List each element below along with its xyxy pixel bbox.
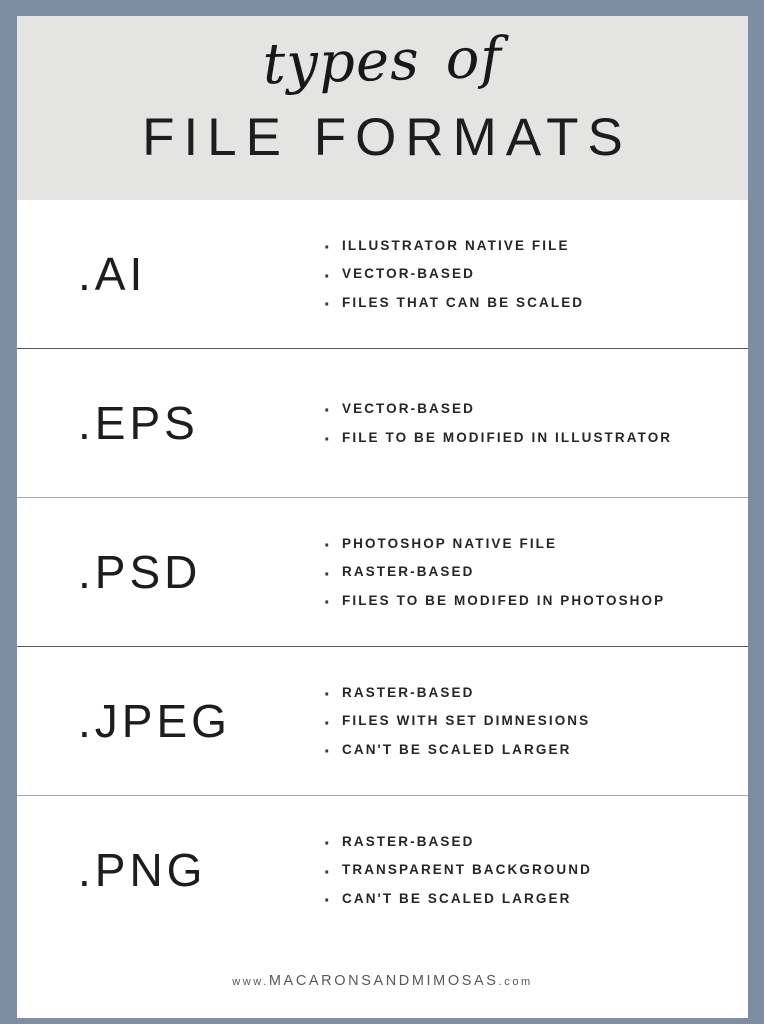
- format-rows-list: .AI Illustrator native file Vector-based…: [17, 200, 748, 944]
- extension-cell: .PSD: [17, 549, 323, 595]
- format-row: .EPS Vector-based File to be modified in…: [17, 349, 748, 498]
- format-row: .AI Illustrator native file Vector-based…: [17, 200, 748, 349]
- poster-canvas: typesof FILE FORMATS .AI Illustrator nat…: [0, 0, 764, 1024]
- extension-label: .EPS: [78, 397, 199, 449]
- list-item: Files with set dimnesions: [323, 707, 732, 742]
- list-item: Vector-based: [323, 394, 732, 429]
- list-item: Can't be scaled larger: [323, 884, 732, 919]
- description-cell: Raster-based Files with set dimnesions C…: [323, 678, 748, 770]
- list-item: Raster-based: [323, 558, 732, 593]
- description-cell: Photoshop native file Raster-based Files…: [323, 529, 748, 621]
- poster-inner: typesof FILE FORMATS .AI Illustrator nat…: [17, 16, 748, 1018]
- list-item: Files to be modifed in Photoshop: [323, 586, 732, 621]
- footer-url-prefix: www.: [232, 976, 269, 988]
- list-item: Photoshop native file: [323, 529, 732, 564]
- format-row: .JPEG Raster-based Files with set dimnes…: [17, 647, 748, 796]
- poster-footer: www.MACARONSANDMIMOSAS.com: [17, 944, 748, 1018]
- page-title: FILE FORMATS: [142, 108, 632, 167]
- format-row: .PNG Raster-based Transparent background…: [17, 796, 748, 944]
- footer-url-suffix: .com: [498, 976, 533, 988]
- script-title-word-types: types: [261, 27, 421, 98]
- script-title: types of: [17, 24, 748, 100]
- poster-header: types of FILE FORMATS: [17, 16, 748, 200]
- list-item: Raster-based: [323, 678, 732, 713]
- format-row: .PSD Photoshop native file Raster-based …: [17, 498, 748, 647]
- script-title-word-of: of: [444, 25, 504, 93]
- extension-cell: .JPEG: [17, 698, 323, 744]
- extension-label: .PSD: [78, 546, 202, 598]
- description-bullet-list: Photoshop native file Raster-based Files…: [323, 529, 732, 621]
- extension-label: .PNG: [78, 844, 207, 896]
- description-cell: Vector-based File to be modified in Illu…: [323, 394, 748, 458]
- description-bullet-list: Raster-based Files with set dimnesions C…: [323, 678, 732, 770]
- footer-website-url: www.MACARONSANDMIMOSAS.com: [232, 973, 533, 989]
- description-cell: Illustrator native file Vector-based Fil…: [323, 231, 748, 323]
- list-item: Transparent background: [323, 856, 732, 891]
- description-cell: Raster-based Transparent background Can'…: [323, 827, 748, 919]
- list-item: File to be modified in Illustrator: [323, 423, 732, 458]
- list-item: Files that can be scaled: [323, 288, 732, 323]
- extension-label: .JPEG: [78, 695, 231, 747]
- extension-cell: .EPS: [17, 400, 323, 446]
- footer-url-domain: MACARONSANDMIMOSAS: [268, 973, 499, 989]
- description-bullet-list: Vector-based File to be modified in Illu…: [323, 394, 732, 458]
- extension-label: .AI: [78, 248, 147, 300]
- extension-cell: .PNG: [17, 847, 323, 893]
- description-bullet-list: Illustrator native file Vector-based Fil…: [323, 231, 732, 323]
- description-bullet-list: Raster-based Transparent background Can'…: [323, 827, 732, 919]
- list-item: Illustrator native file: [323, 231, 732, 266]
- list-item: Raster-based: [323, 827, 732, 862]
- list-item: Can't be scaled larger: [323, 735, 732, 770]
- extension-cell: .AI: [17, 251, 323, 297]
- list-item: Vector-based: [323, 260, 732, 295]
